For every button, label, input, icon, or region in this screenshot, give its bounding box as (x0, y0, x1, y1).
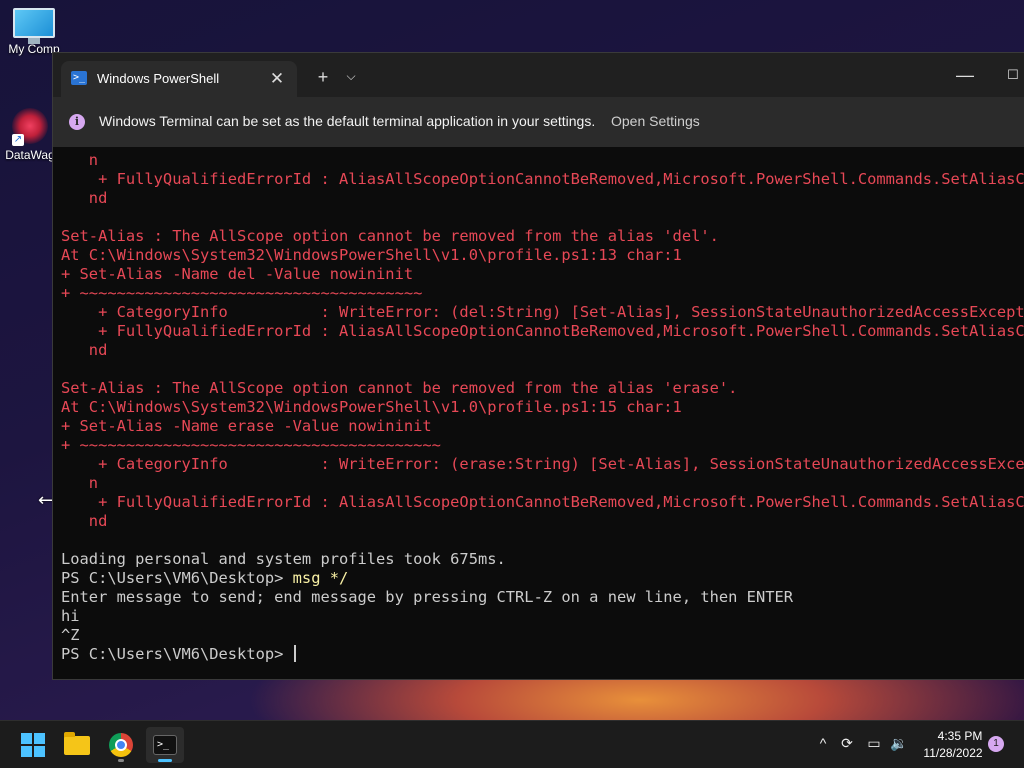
tab-title: Windows PowerShell (97, 71, 220, 86)
computer-icon (13, 8, 55, 44)
console-line: Enter message to send; end message by pr… (61, 588, 1024, 607)
desktop-icon-label: DataWag (5, 148, 55, 162)
console-command: msg */ (292, 569, 349, 587)
console-line: Set-Alias : The AllScope option cannot b… (61, 227, 1024, 246)
volume-icon[interactable]: 🔉 (889, 735, 909, 752)
console-line-text: Set-Alias : The AllScope option cannot b… (61, 379, 738, 397)
console-output[interactable]: n + FullyQualifiedErrorId : AliasAllScop… (61, 151, 1024, 679)
console-line-text: Set-Alias : The AllScope option cannot b… (61, 227, 719, 245)
title-bar[interactable]: >_ Windows PowerShell ✕ + ⌵ — ☐ (53, 53, 1024, 97)
console-line: + FullyQualifiedErrorId : AliasAllScopeO… (61, 170, 1024, 189)
console-line: + ~~~~~~~~~~~~~~~~~~~~~~~~~~~~~~~~~~~~~~… (61, 436, 1024, 455)
console-line-text: + FullyQualifiedErrorId : AliasAllScopeO… (61, 493, 1024, 511)
console-line: + CategoryInfo : WriteError: (del:String… (61, 303, 1024, 322)
console-line: + Set-Alias -Name erase -Value nowininit (61, 417, 1024, 436)
new-tab-button[interactable]: + (311, 67, 335, 87)
shortcut-arrow-icon: ↗ (12, 134, 24, 146)
console-line: hi (61, 607, 1024, 626)
active-indicator (158, 759, 172, 762)
console-line-text: nd (61, 512, 108, 530)
chrome-icon (109, 733, 133, 757)
console-line: nd (61, 512, 1024, 531)
console-line-text: Enter message to send; end message by pr… (61, 588, 794, 606)
console-line-text: + Set-Alias -Name del -Value nowininit (61, 265, 414, 283)
console-line: + ~~~~~~~~~~~~~~~~~~~~~~~~~~~~~~~~~~~~~ (61, 284, 1024, 303)
console-line-text: nd (61, 189, 108, 207)
console-line: nd (61, 341, 1024, 360)
console-line-text: At C:\Windows\System32\WindowsPowerShell… (61, 398, 682, 416)
taskbar: >_ ^ ⟳ ▭ 🔉 4:35 PM 11/28/2022 1 (0, 720, 1024, 768)
desktop-icon-my-computer[interactable]: My Comp (4, 8, 64, 56)
powershell-icon: >_ (71, 71, 87, 85)
clock-time[interactable]: 4:35 PM (930, 729, 990, 743)
clock-date[interactable]: 11/28/2022 (920, 746, 986, 760)
folder-icon (64, 732, 90, 755)
console-line-text: + ~~~~~~~~~~~~~~~~~~~~~~~~~~~~~~~~~~~~~ (61, 284, 423, 302)
info-bar: i Windows Terminal can be set as the def… (53, 97, 1024, 147)
console-line-text: + FullyQualifiedErrorId : AliasAllScopeO… (61, 170, 1024, 188)
notification-badge[interactable]: 1 (988, 736, 1004, 752)
console-line: nd (61, 189, 1024, 208)
console-line-text: + CategoryInfo : WriteError: (erase:Stri… (61, 455, 1024, 473)
console-line: + FullyQualifiedErrorId : AliasAllScopeO… (61, 322, 1024, 341)
console-line: PS C:\Users\VM6\Desktop> (61, 645, 1024, 664)
windows-logo-icon (21, 733, 45, 757)
console-line: Set-Alias : The AllScope option cannot b… (61, 379, 1024, 398)
console-line-text: + ~~~~~~~~~~~~~~~~~~~~~~~~~~~~~~~~~~~~~~… (61, 436, 441, 454)
console-line: n (61, 151, 1024, 170)
info-icon: i (69, 114, 85, 130)
terminal-icon: >_ (153, 735, 177, 755)
running-indicator (118, 759, 124, 762)
console-line: PS C:\Users\VM6\Desktop> msg */ (61, 569, 1024, 588)
console-line: + FullyQualifiedErrorId : AliasAllScopeO… (61, 493, 1024, 512)
console-line-text: + FullyQualifiedErrorId : AliasAllScopeO… (61, 322, 1024, 340)
show-hidden-icons-chevron-icon[interactable]: ^ (813, 735, 833, 751)
minimize-button[interactable]: — (953, 65, 977, 85)
open-settings-link[interactable]: Open Settings (611, 113, 700, 129)
terminal-window: >_ Windows PowerShell ✕ + ⌵ — ☐ i Window… (52, 52, 1024, 680)
console-line-text: nd (61, 341, 108, 359)
console-line-text: ^Z (61, 626, 80, 644)
console-line-text: PS C:\Users\VM6\Desktop> (61, 569, 293, 587)
chevron-down-icon[interactable]: ⌵ (339, 66, 363, 86)
maximize-button[interactable]: ☐ (1001, 65, 1024, 85)
console-line-text: + Set-Alias -Name erase -Value nowininit (61, 417, 432, 435)
text-cursor[interactable] (293, 645, 296, 662)
console-line: At C:\Windows\System32\WindowsPowerShell… (61, 398, 1024, 417)
console-line-text: + CategoryInfo : WriteError: (del:String… (61, 303, 1024, 321)
console-line-text: n (61, 151, 99, 169)
console-line: n (61, 474, 1024, 493)
console-line: ^Z (61, 626, 1024, 645)
console-line-text: At C:\Windows\System32\WindowsPowerShell… (61, 246, 682, 264)
terminal-button[interactable]: >_ (146, 727, 184, 763)
console-line-text: PS C:\Users\VM6\Desktop> (61, 645, 293, 663)
console-line: + Set-Alias -Name del -Value nowininit (61, 265, 1024, 284)
console-line: At C:\Windows\System32\WindowsPowerShell… (61, 246, 1024, 265)
chrome-button[interactable] (102, 727, 140, 763)
network-icon[interactable]: ▭ (864, 735, 884, 752)
console-line: + CategoryInfo : WriteError: (erase:Stri… (61, 455, 1024, 474)
console-line: Loading personal and system profiles too… (61, 550, 1024, 569)
close-tab-button[interactable]: ✕ (265, 67, 289, 91)
tab-windows-powershell[interactable]: >_ Windows PowerShell ✕ (61, 61, 297, 97)
console-line-text: Loading personal and system profiles too… (61, 550, 506, 568)
update-icon[interactable]: ⟳ (837, 735, 857, 752)
console-line-text: hi (61, 607, 80, 625)
file-explorer-button[interactable] (58, 727, 96, 763)
info-message: Windows Terminal can be set as the defau… (99, 113, 596, 129)
app-shortcut-icon: ↗ (10, 106, 50, 146)
console-line-text: n (61, 474, 99, 492)
desktop-icon-datawag[interactable]: ↗ DataWag (0, 106, 60, 162)
start-button[interactable] (14, 727, 52, 763)
